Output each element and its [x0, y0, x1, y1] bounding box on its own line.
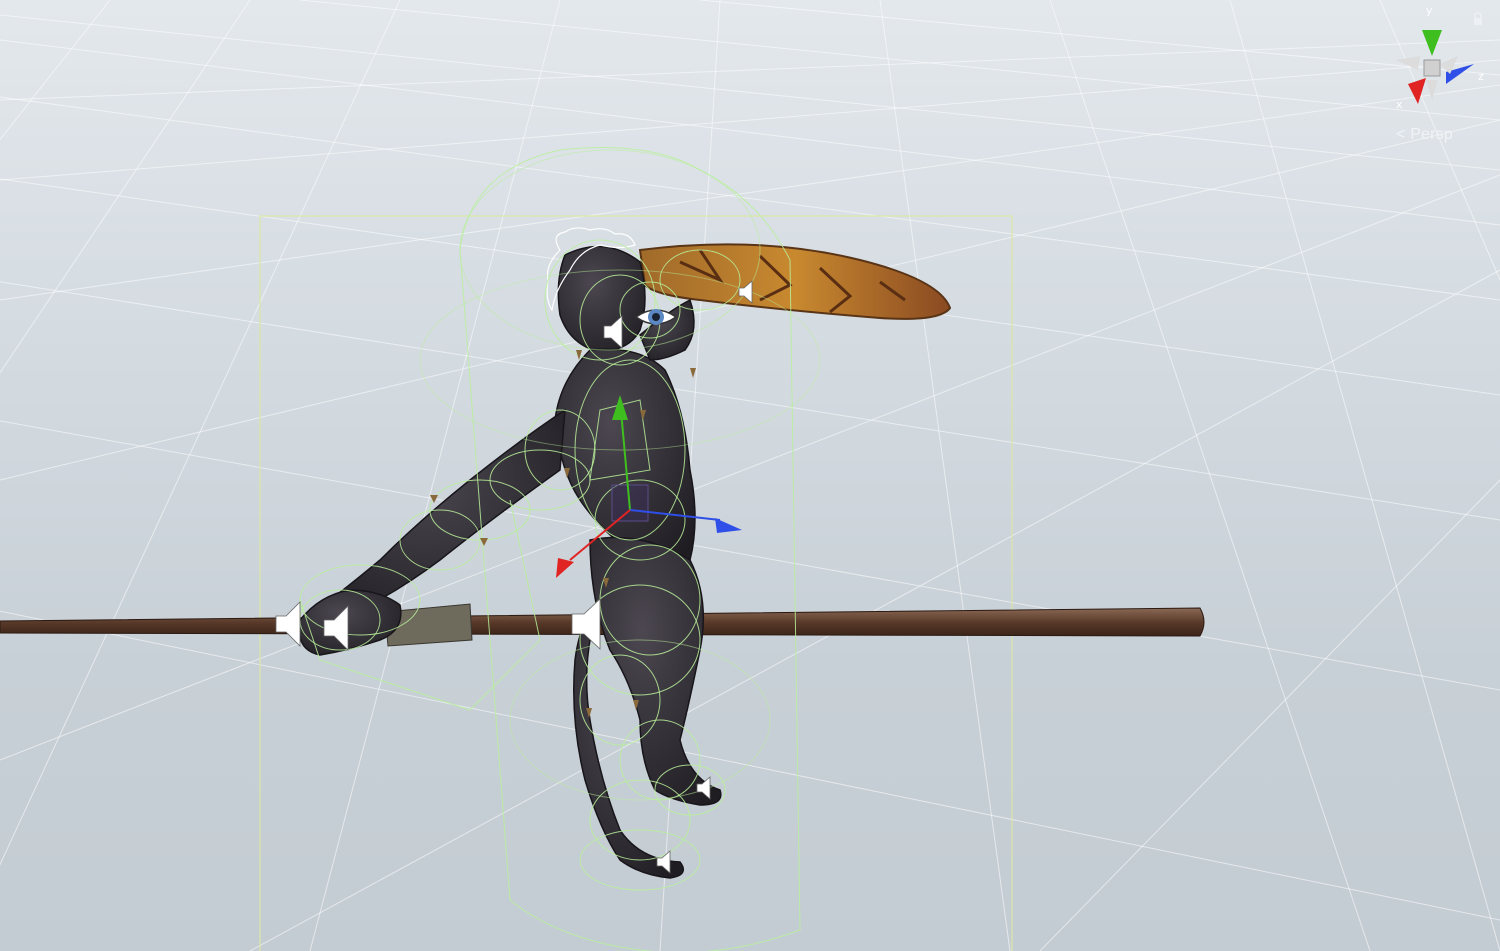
gizmo-z-label: z — [1478, 70, 1484, 83]
scene-view[interactable]: y z x < Persp — [0, 0, 1500, 951]
scene-orientation-gizmo[interactable]: y z x — [1388, 4, 1488, 112]
projection-toggle[interactable]: < Persp — [1396, 126, 1453, 144]
gizmo-x-label: x — [1396, 98, 1403, 111]
transform-gizmo-x-handle[interactable] — [556, 558, 574, 578]
gizmo-neg-y-cone — [1426, 80, 1438, 100]
gizmo-y-cone[interactable] — [1422, 30, 1442, 56]
gizmo-x-cone[interactable] — [1408, 78, 1426, 104]
lock-icon[interactable] — [1472, 12, 1484, 26]
gizmo-y-label: y — [1426, 4, 1433, 17]
ground-grid — [0, 0, 1500, 951]
scene-viewport[interactable] — [0, 0, 1500, 951]
gizmo-neg-z-cone — [1396, 56, 1420, 70]
transform-gizmo-z-handle[interactable] — [715, 518, 742, 533]
character-mesh[interactable] — [298, 245, 722, 879]
gizmo-center-cube[interactable] — [1423, 59, 1441, 77]
audio-source-icon[interactable] — [275, 601, 301, 647]
